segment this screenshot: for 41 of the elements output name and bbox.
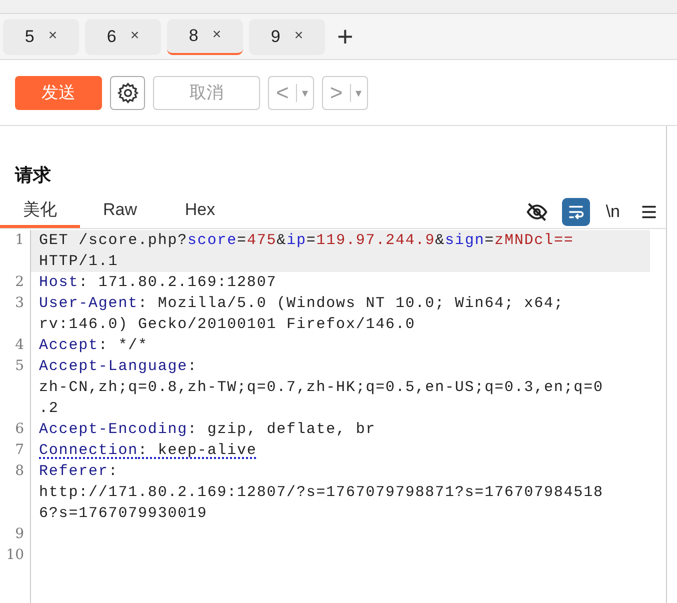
- line-number: 6: [15, 420, 24, 439]
- line-number: 10: [6, 546, 24, 565]
- request-tab[interactable]: 5 ×: [3, 18, 79, 54]
- tab-label: 9: [270, 26, 280, 48]
- wrap-icon[interactable]: [562, 198, 590, 226]
- line-number: 9: [15, 525, 24, 544]
- code-line: Referer: http://171.80.2.169:12807/?s=1767079798871?s=176707984518 6?s=1767079930019: [38, 462, 604, 524]
- view-tab[interactable]: Raw: [80, 195, 160, 228]
- code-line: Accept-Encoding: gzip, deflate, br: [38, 420, 377, 440]
- arrow-label: >: [328, 82, 344, 104]
- line-number: 8: [15, 462, 24, 481]
- code-line: Accept-Language: zh-CN,zh;q=0.8,zh-TW;q=0.7,zh-HK;q=0.5,en-US;q=0.3,en;q=0 .2: [38, 357, 604, 419]
- close-label[interactable]: ×: [130, 25, 140, 48]
- tab-label: 5: [24, 26, 34, 48]
- line-number: 3: [15, 294, 24, 313]
- tab-label: 8: [188, 24, 198, 47]
- close-label[interactable]: ×: [212, 24, 222, 47]
- view-tab[interactable]: Hex: [160, 195, 240, 228]
- code-line: User-Agent: Mozilla/5.0 (Windows NT 10.0; Win64; x64; rv:146.0) Gecko/20100101 Firefox/146.0: [38, 294, 565, 335]
- settings-icon: [116, 82, 138, 104]
- settings-button[interactable]: [110, 76, 145, 110]
- code-line: Connection: keep-alive: [38, 441, 258, 461]
- line-number: 4: [15, 336, 24, 355]
- code-line: Host: 171.80.2.169:12807: [38, 273, 278, 293]
- line-number: 1: [15, 231, 24, 250]
- new-tab-button[interactable]: +: [337, 22, 354, 50]
- line-number: 5: [15, 357, 24, 376]
- line-number: 7: [15, 441, 24, 460]
- close-label[interactable]: ×: [48, 25, 58, 48]
- request-tab[interactable]: 6 ×: [85, 18, 161, 54]
- code-line: Accept: */*: [38, 336, 149, 356]
- newline-button[interactable]: \n: [602, 198, 624, 224]
- tab-label: 6: [106, 26, 116, 48]
- panel-title: 请求: [14, 164, 52, 187]
- caret-label: ▾: [300, 84, 309, 102]
- arrow-label: <: [275, 82, 290, 104]
- caret-label: ▾: [354, 84, 363, 102]
- close-label[interactable]: ×: [294, 25, 304, 48]
- request-tab[interactable]: 8 ×: [167, 18, 243, 54]
- line-number: 2: [15, 273, 24, 292]
- request-tab[interactable]: 9 ×: [249, 18, 325, 54]
